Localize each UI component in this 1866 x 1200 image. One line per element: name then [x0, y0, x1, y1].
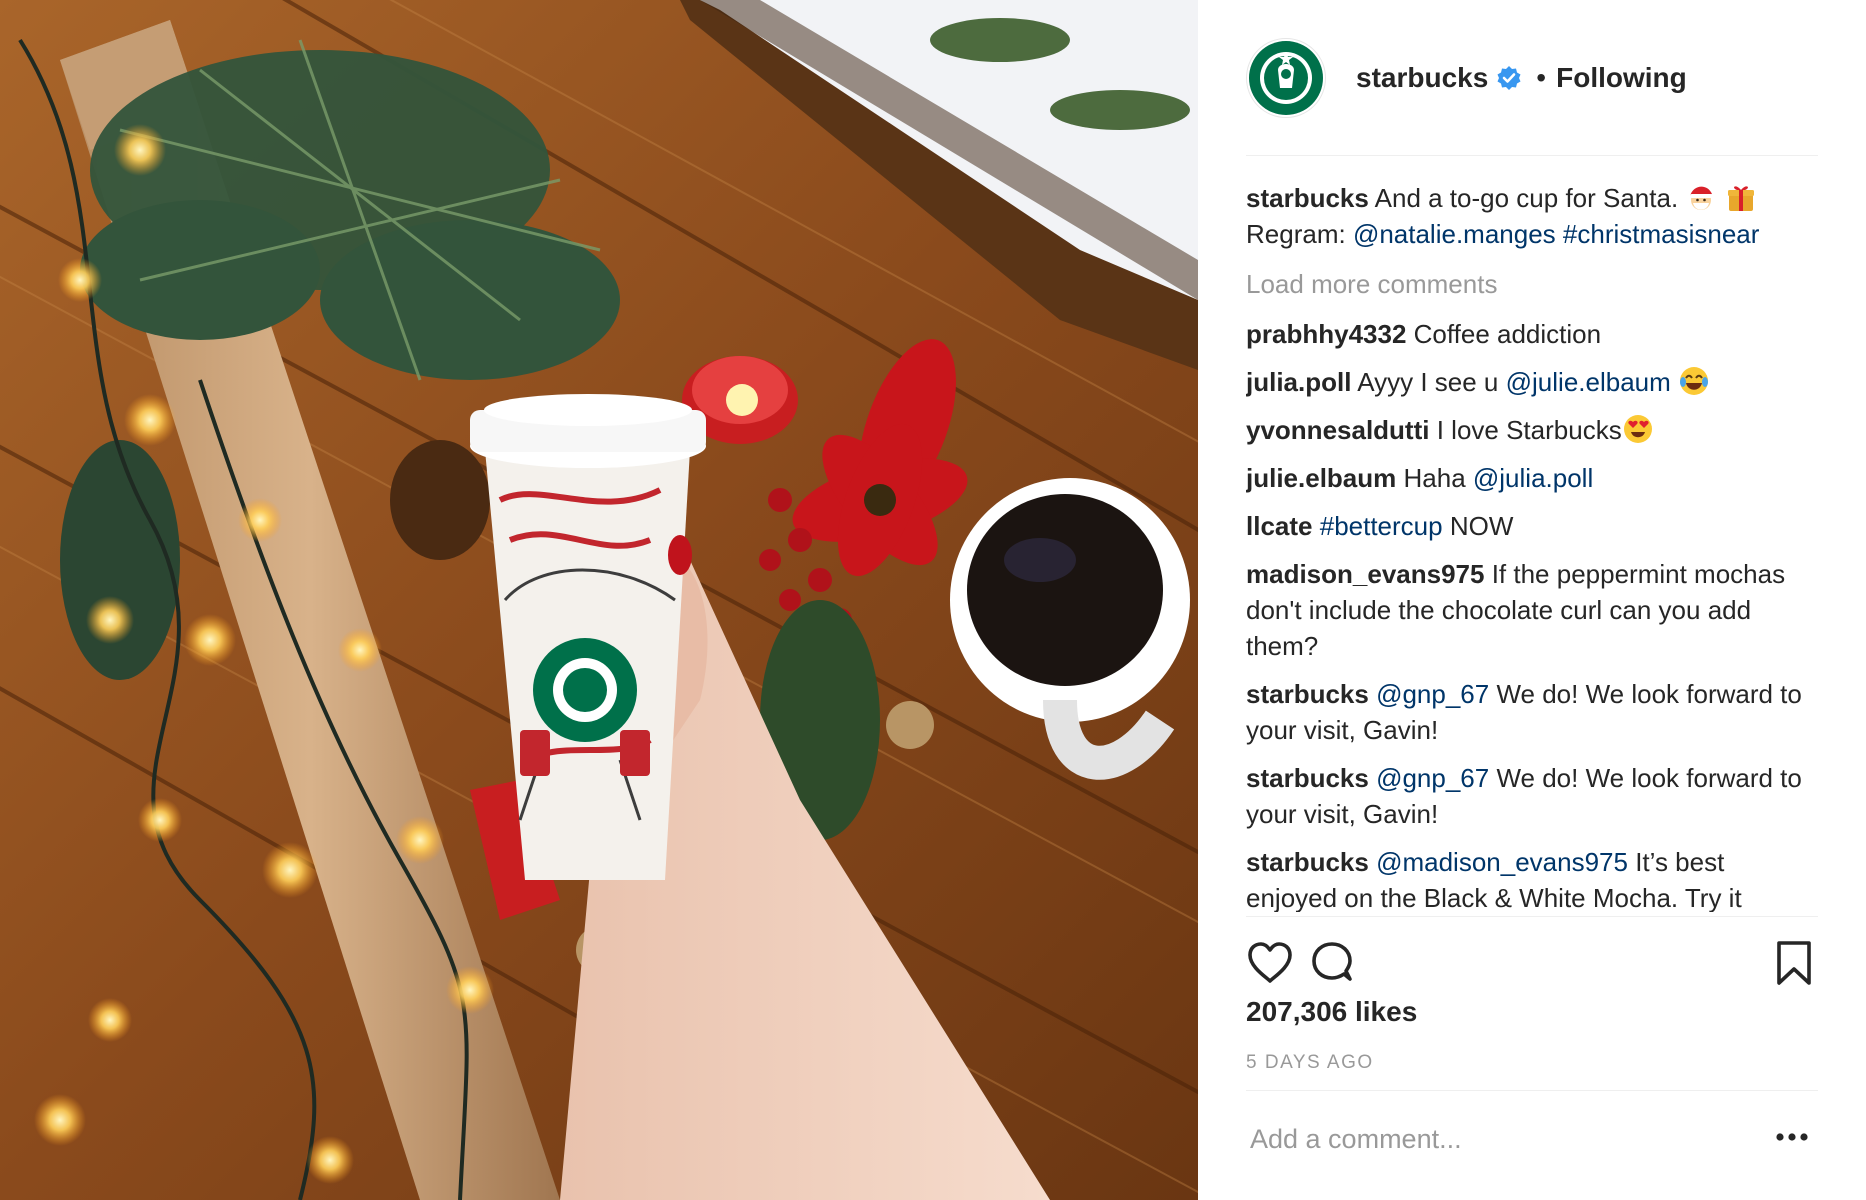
comment-item: prabhhy4332 Coffee addiction [1246, 316, 1818, 352]
add-comment-input[interactable] [1250, 1117, 1730, 1161]
comment-username[interactable]: julia.poll [1246, 367, 1351, 397]
santa-emoji [1690, 186, 1713, 210]
post-photo-illustration [0, 0, 1198, 1200]
caption-username[interactable]: starbucks [1246, 183, 1369, 213]
post-header: starbucks • Following [1246, 0, 1818, 156]
post-sidebar: starbucks • Following starbucks And a to… [1198, 0, 1866, 1200]
caption-mention[interactable]: @natalie.manges [1353, 219, 1556, 249]
comment-text: Coffee addiction [1413, 319, 1602, 349]
comment-mention[interactable]: @gnp_67 [1376, 679, 1489, 709]
comment-text: I love Starbucks [1436, 415, 1622, 445]
tears-of-joy-emoji [1680, 367, 1709, 395]
comment-text: Haha [1403, 463, 1466, 493]
comment-icon[interactable] [1308, 939, 1356, 987]
comment-text: NOW [1449, 511, 1514, 541]
comment-composer [1246, 1090, 1818, 1200]
starbucks-logo [1249, 40, 1323, 115]
comment-hashtag[interactable]: #bettercup [1320, 511, 1443, 541]
comment-mention[interactable]: @gnp_67 [1376, 763, 1489, 793]
post-photo[interactable] [0, 0, 1198, 1200]
comment-item: starbucks @gnp_67 We do! We look forward… [1246, 676, 1818, 748]
caption-text: And a to-go cup for Santa. [1374, 183, 1679, 213]
comment-text: Ayyy I see u [1357, 367, 1499, 397]
comments-list[interactable]: starbucks And a to-go cup for Santa. Reg… [1246, 180, 1818, 912]
following-button[interactable]: Following [1556, 62, 1687, 94]
caption: starbucks And a to-go cup for Santa. Reg… [1246, 180, 1818, 252]
gift-emoji [1727, 186, 1754, 211]
likes-count[interactable]: 207,306 likes [1246, 996, 1417, 1028]
post-actions [1246, 916, 1818, 1006]
comment-item: starbucks @madison_evans975 It’s best en… [1246, 844, 1818, 912]
regram-label: Regram: [1246, 219, 1346, 249]
comment-item: madison_evans975 If the peppermint mocha… [1246, 556, 1818, 664]
heart-icon[interactable] [1246, 939, 1294, 987]
caption-hashtag[interactable]: #christmasisnear [1563, 219, 1760, 249]
comment-mention[interactable]: @julia.poll [1473, 463, 1593, 493]
comment-item: llcate #bettercup NOW [1246, 508, 1818, 544]
post-timestamp[interactable]: 5 DAYS AGO [1246, 1052, 1374, 1074]
comment-item: julia.poll Ayyy I see u @julie.elbaum [1246, 364, 1818, 400]
avatar[interactable] [1246, 37, 1326, 118]
comment-username[interactable]: starbucks [1246, 847, 1369, 877]
comment-username[interactable]: prabhhy4332 [1246, 319, 1406, 349]
comment-username[interactable]: starbucks [1246, 679, 1369, 709]
comment-item: yvonnesaldutti I love Starbucks [1246, 412, 1818, 448]
bookmark-icon[interactable] [1770, 939, 1818, 987]
more-options-icon[interactable] [1772, 1127, 1812, 1147]
comment-username[interactable]: llcate [1246, 511, 1313, 541]
heart-eyes-emoji [1623, 415, 1652, 443]
comment-username[interactable]: yvonnesaldutti [1246, 415, 1429, 445]
comment-mention[interactable]: @julie.elbaum [1506, 367, 1671, 397]
comment-username[interactable]: madison_evans975 [1246, 559, 1484, 589]
header-separator: • [1536, 61, 1547, 93]
comment-item: julie.elbaum Haha @julia.poll [1246, 460, 1818, 496]
comment-mention[interactable]: @madison_evans975 [1376, 847, 1628, 877]
load-more-comments-button[interactable]: Load more comments [1246, 266, 1818, 302]
comment-item: starbucks @gnp_67 We do! We look forward… [1246, 760, 1818, 832]
verified-badge-icon [1497, 65, 1521, 90]
header-username[interactable]: starbucks [1356, 62, 1488, 94]
comment-username[interactable]: julie.elbaum [1246, 463, 1396, 493]
comment-username[interactable]: starbucks [1246, 763, 1369, 793]
